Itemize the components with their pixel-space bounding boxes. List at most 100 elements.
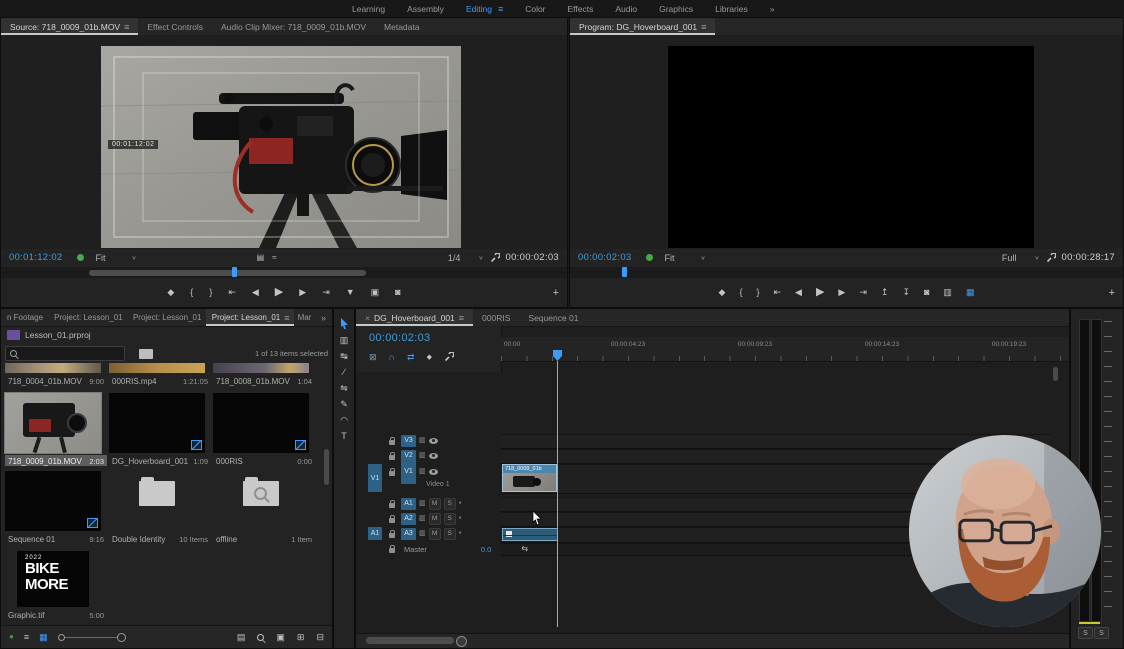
item-label[interactable]: Sequence 019:16 xyxy=(5,533,107,544)
type-tool[interactable]: T xyxy=(341,432,347,441)
item-label[interactable]: Double Identity10 Items xyxy=(109,533,211,544)
lock-icon[interactable] xyxy=(389,518,395,523)
item-label[interactable]: 000RIS.mp41:21:05 xyxy=(109,375,211,386)
tab-timeline-sequence01[interactable]: Sequence 01 xyxy=(519,309,587,326)
workspace-tab-editing[interactable]: Editing xyxy=(466,4,492,14)
panel-menu-icon[interactable]: ≡ xyxy=(459,313,464,323)
tab-source[interactable]: Source: 718_0009_01b.MOV ≡ xyxy=(1,18,138,35)
tab-bin-footage[interactable]: n Footage xyxy=(1,309,48,326)
nest-toggle-icon[interactable]: ⊠ xyxy=(369,353,377,362)
program-resolution-select[interactable]: Full∨ xyxy=(1002,253,1040,263)
go-to-out-button[interactable]: ⇥ xyxy=(322,288,330,297)
item-label[interactable]: DG_Hoverboard_0011:09 xyxy=(109,455,211,466)
program-playhead[interactable] xyxy=(622,267,627,277)
toggle-output-eye-icon[interactable] xyxy=(429,453,438,459)
extract-button[interactable]: ↧ xyxy=(902,288,910,297)
tab-program[interactable]: Program: DG_Hoverboard_001 ≡ xyxy=(570,18,715,35)
item-thumb-filmstrip[interactable] xyxy=(5,363,101,373)
source-zoom-scrollbar[interactable] xyxy=(89,270,366,276)
item-thumb-sequence[interactable] xyxy=(109,393,205,453)
tab-timeline-000ris[interactable]: 000RIS xyxy=(473,309,519,326)
workspace-tab-effects[interactable]: Effects xyxy=(568,4,594,14)
sync-lock-icon[interactable]: ▥ xyxy=(419,468,426,475)
workspace-tab-learning[interactable]: Learning xyxy=(352,4,385,14)
program-timecode[interactable]: 00:00:02:03 xyxy=(578,252,632,263)
fit-sequence-icon[interactable]: ⇆ xyxy=(521,545,528,553)
sync-lock-icon[interactable]: ▥ xyxy=(419,530,426,537)
insert-button[interactable]: ▼ xyxy=(346,288,355,297)
source-patch-a1[interactable]: A1 xyxy=(368,527,382,540)
add-marker-icon[interactable]: ◆ xyxy=(427,354,432,361)
item-thumb-folder-search[interactable] xyxy=(213,481,309,527)
mark-in-button[interactable]: { xyxy=(190,288,193,297)
timeline-timecode[interactable]: 00:00:02:03 xyxy=(369,332,430,344)
item-thumb-folder[interactable] xyxy=(109,481,205,527)
add-marker-button[interactable]: ◆ xyxy=(167,288,174,297)
item-label[interactable]: Graphic.tif5:00 xyxy=(5,609,107,620)
lock-icon[interactable] xyxy=(389,533,395,538)
panel-menu-icon[interactable]: ≡ xyxy=(124,22,129,32)
add-marker-button[interactable]: ◆ xyxy=(719,288,726,297)
ripple-edit-tool[interactable]: ↹ xyxy=(340,352,348,361)
track-target-a2[interactable]: A2 xyxy=(401,513,416,525)
list-view-button[interactable]: ≡ xyxy=(24,633,29,642)
project-file-row[interactable]: Lesson_01.prproj xyxy=(7,330,91,340)
program-video-frame[interactable] xyxy=(668,46,1034,248)
source-zoom-select[interactable]: Fit∨ xyxy=(96,253,137,263)
item-thumb-filmstrip[interactable] xyxy=(109,363,205,373)
sync-lock-icon[interactable]: ▥ xyxy=(419,515,426,522)
clear-button[interactable]: ⊟ xyxy=(316,633,324,642)
export-frame-button[interactable]: ◙ xyxy=(395,288,400,297)
new-bin-button[interactable]: ▣ xyxy=(276,633,285,642)
button-editor-plus[interactable]: + xyxy=(553,287,559,299)
toggle-output-eye-icon[interactable] xyxy=(429,438,438,444)
drag-audio-icon[interactable]: ≈ xyxy=(272,254,276,262)
timeline-playhead-head[interactable] xyxy=(553,350,562,361)
overwrite-button[interactable]: ▣ xyxy=(371,288,380,297)
lock-icon[interactable] xyxy=(389,440,395,445)
track-target-a1[interactable]: A1 xyxy=(401,498,416,510)
workspace-tab-graphics[interactable]: Graphics xyxy=(659,4,693,14)
workspace-tab-libraries[interactable]: Libraries xyxy=(715,4,748,14)
pen-tool[interactable]: ✎ xyxy=(340,400,348,409)
timeline-ruler[interactable]: 00:00 00:00:04:23 00:00:09:23 00:00:14:2… xyxy=(501,337,1069,362)
sync-lock-icon[interactable]: ▥ xyxy=(419,437,426,444)
tab-timeline-active[interactable]: × DG_Hoverboard_001 ≡ xyxy=(356,309,473,326)
settings-wrench-icon[interactable] xyxy=(1046,253,1056,263)
item-label[interactable]: 718_0004_01b.MOV9:00 xyxy=(5,375,107,386)
icon-view-button[interactable]: ▦ xyxy=(39,633,48,642)
snap-toggle-icon[interactable]: ∩ xyxy=(389,353,395,362)
sync-lock-icon[interactable]: ▥ xyxy=(419,452,426,459)
workspace-tab-color[interactable]: Color xyxy=(525,4,545,14)
step-forward-button[interactable]: ▶ xyxy=(299,288,306,297)
voiceover-mic-icon[interactable]: ● xyxy=(459,501,462,506)
item-thumb-graphic[interactable]: 2022 BIKE MORE xyxy=(17,551,89,607)
play-button[interactable]: ▶ xyxy=(275,287,283,298)
item-label-selected[interactable]: 718_0009_01b.MOV2:03 xyxy=(5,455,107,466)
timeline-audio-clip[interactable] xyxy=(502,528,558,541)
step-back-button[interactable]: ◀ xyxy=(252,288,259,297)
multicam-button[interactable]: ▦ xyxy=(966,288,975,297)
navigate-up-folder-icon[interactable] xyxy=(139,349,153,359)
go-to-in-button[interactable]: ⇤ xyxy=(773,288,781,297)
toggle-output-eye-icon[interactable] xyxy=(429,469,438,475)
voiceover-mic-icon[interactable]: ● xyxy=(459,531,462,536)
workspace-menu-icon[interactable]: ≡ xyxy=(498,4,503,14)
search-box[interactable] xyxy=(5,346,125,361)
mark-in-button[interactable]: { xyxy=(739,288,742,297)
lock-icon[interactable] xyxy=(389,471,395,476)
workspace-tab-audio[interactable]: Audio xyxy=(615,4,637,14)
source-timecode[interactable]: 00:01:12:02 xyxy=(9,252,63,263)
master-gain-value[interactable]: 0.0 xyxy=(481,545,491,554)
mute-button[interactable]: M xyxy=(429,498,441,510)
timeline-video-clip[interactable]: 718_0009_01b xyxy=(502,464,557,492)
find-button[interactable] xyxy=(257,634,264,641)
tab-project-3[interactable]: Project: Lesson_01 ≡ xyxy=(206,309,294,326)
tab-effect-controls[interactable]: Effect Controls xyxy=(138,18,212,35)
workspace-overflow-icon[interactable]: » xyxy=(770,4,775,14)
project-scrollbar[interactable] xyxy=(324,449,329,485)
go-to-in-button[interactable]: ⇤ xyxy=(228,288,236,297)
item-thumb-filmstrip[interactable] xyxy=(213,363,309,373)
item-thumb-selected-clip[interactable] xyxy=(5,393,101,453)
selection-tool[interactable] xyxy=(340,318,349,329)
